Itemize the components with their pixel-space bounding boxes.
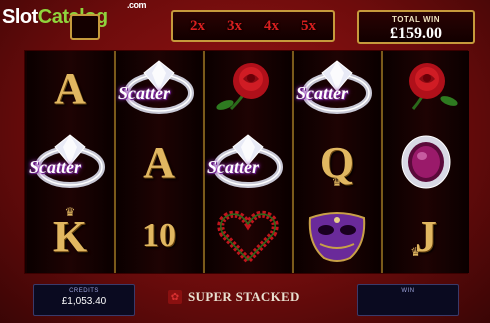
super-stacked-label: SUPER STACKED xyxy=(188,289,300,304)
reel-4: Scatter ♛ Q xyxy=(294,51,380,273)
symbol-scatter: Scatter xyxy=(205,125,291,199)
mask-icon xyxy=(294,199,380,273)
credits-label: CREDITS xyxy=(69,288,99,294)
top-bar: SlotCatalog .com 2x 3x 4x 5x TOTAL WIN £… xyxy=(0,0,490,46)
total-win-label: TOTAL WIN xyxy=(391,15,441,24)
scatter-label: Scatter xyxy=(207,157,259,177)
reel-2: Scatter A 10 xyxy=(116,51,202,273)
multiplier-2x: 2x xyxy=(190,17,205,34)
credits-value: £1,053.40 xyxy=(61,296,107,307)
crown-icon: ♛ xyxy=(410,245,422,259)
credits-panel: CREDITS £1,053.40 xyxy=(33,284,135,316)
scatter-label: Scatter xyxy=(296,83,348,103)
reel-1: A Scatter ♛ K xyxy=(27,51,113,273)
reel-5: ♛ J xyxy=(383,51,469,273)
total-win-panel: TOTAL WIN £159.00 xyxy=(357,10,475,44)
multiplier-3x: 3x xyxy=(227,17,242,34)
left-panel-frame xyxy=(70,14,100,40)
symbol-scatter: Scatter xyxy=(294,51,380,125)
total-win-value: £159.00 xyxy=(390,25,442,42)
win-panel: WIN xyxy=(357,284,459,316)
heart-of-roses-icon xyxy=(205,199,291,273)
symbol-letter-a: A xyxy=(143,137,175,187)
multiplier-5x: 5x xyxy=(301,17,316,34)
symbol-scatter: Scatter xyxy=(27,125,113,199)
rose-icon xyxy=(205,51,291,125)
multiplier-bar: 2x 3x 4x 5x xyxy=(171,10,335,42)
rose-icon xyxy=(383,51,469,125)
reel-3: Scatter xyxy=(205,51,291,273)
symbol-letter-a: A xyxy=(54,63,86,113)
scatter-label: Scatter xyxy=(29,157,81,177)
reel-area: A Scatter ♛ K Scatter A 10 Scatter Scatt… xyxy=(24,50,469,274)
bottom-bar: CREDITS £1,053.40 ✿ SUPER STACKED WIN xyxy=(0,276,490,323)
symbol-scatter: Scatter xyxy=(116,51,202,125)
symbol-letter-j: ♛ J xyxy=(410,211,437,261)
symbol-ten: 10 xyxy=(142,217,176,254)
ruby-ring-icon xyxy=(383,125,469,199)
rose-badge-icon: ✿ xyxy=(168,290,182,304)
symbol-letter-k: ♛ K xyxy=(52,205,88,261)
super-stacked-indicator: ✿ SUPER STACKED xyxy=(168,289,300,305)
win-label: WIN xyxy=(401,288,415,294)
scatter-label: Scatter xyxy=(118,83,170,103)
crown-icon: ♛ xyxy=(64,205,76,219)
crown-icon: ♛ xyxy=(331,175,343,189)
symbol-letter-q: ♛ Q xyxy=(319,137,355,190)
multiplier-4x: 4x xyxy=(264,17,279,34)
